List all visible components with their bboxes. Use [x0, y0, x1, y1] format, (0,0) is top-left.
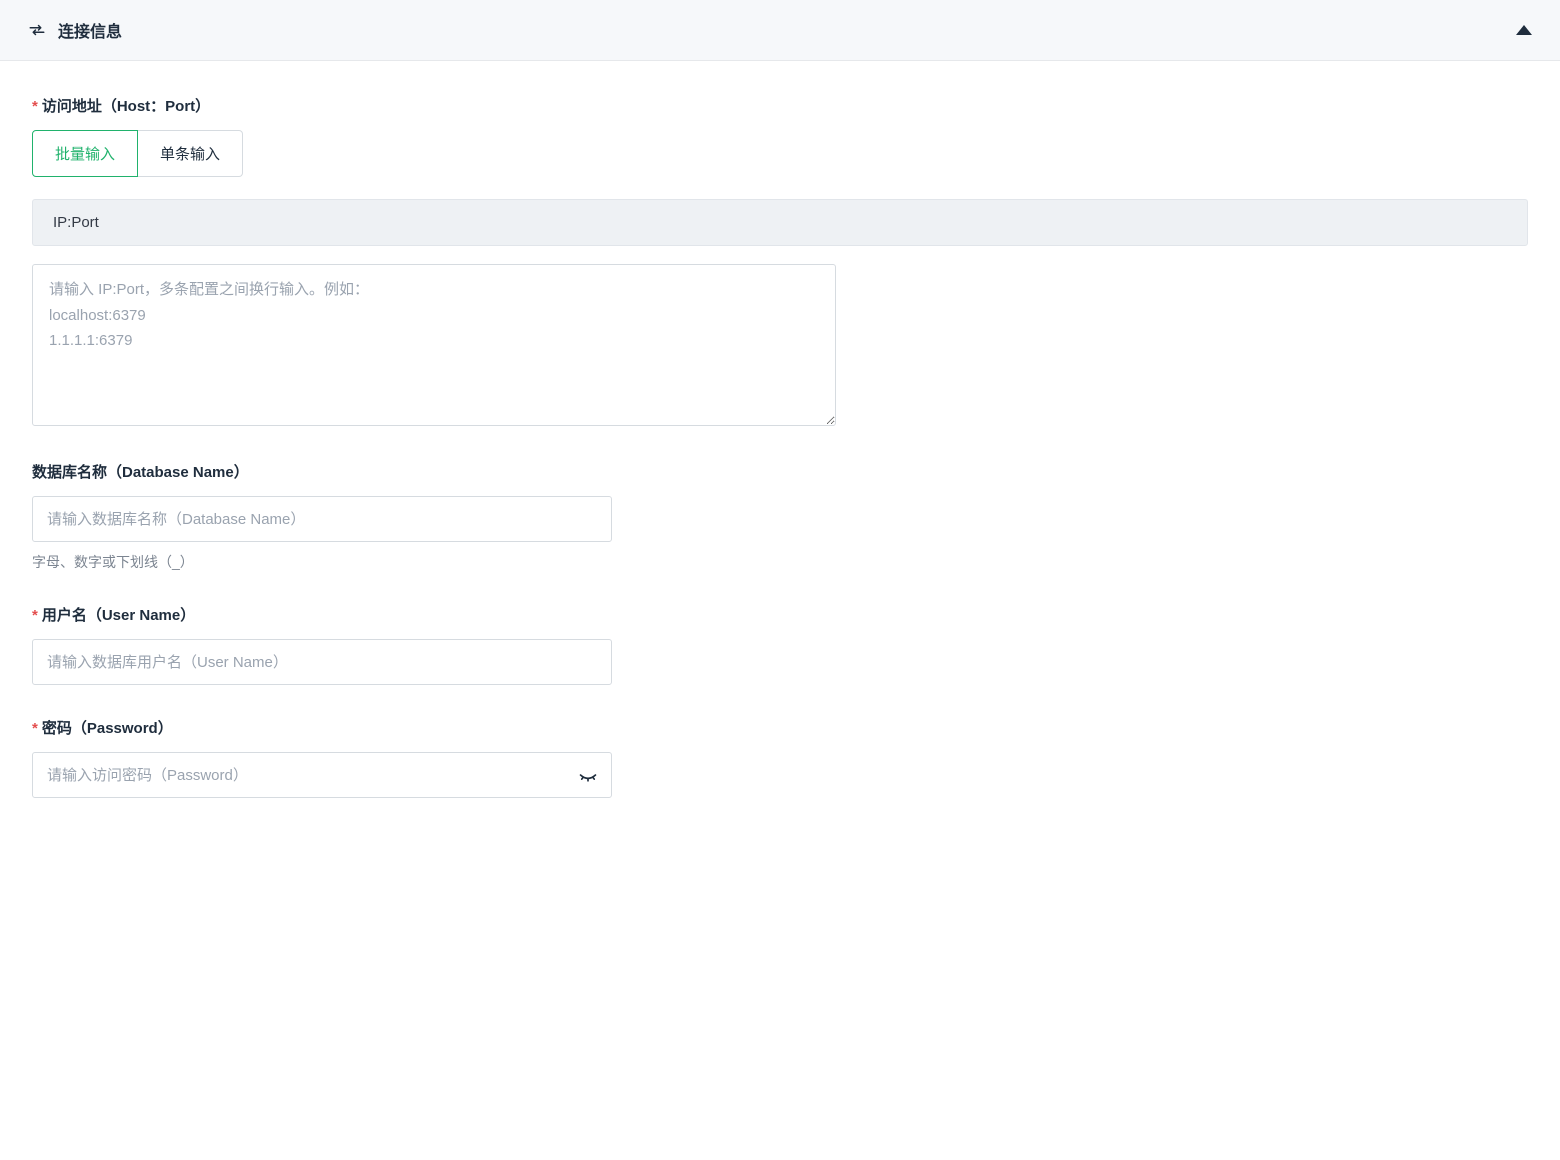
- required-star: *: [32, 607, 38, 624]
- username-row: *用户名（User Name）: [32, 604, 1528, 685]
- password-input-wrap: [32, 752, 612, 798]
- host-port-textarea[interactable]: [32, 264, 836, 426]
- username-label: *用户名（User Name）: [32, 604, 1528, 625]
- password-row: *密码（Password）: [32, 717, 1528, 798]
- tab-single-input[interactable]: 单条输入: [138, 130, 243, 177]
- panel-title: 连接信息: [58, 18, 122, 42]
- tab-batch-input[interactable]: 批量输入: [32, 130, 138, 177]
- swap-icon: [28, 21, 46, 39]
- password-label: *密码（Password）: [32, 717, 1528, 738]
- collapse-caret-icon[interactable]: [1516, 25, 1532, 35]
- input-mode-tabs: 批量输入 单条输入: [32, 130, 243, 177]
- ipport-column-header: IP:Port: [32, 199, 1528, 246]
- host-label: *访问地址（Host：Port）: [32, 95, 1528, 116]
- username-label-text: 用户名（User Name）: [42, 607, 195, 624]
- password-input[interactable]: [32, 752, 612, 798]
- host-label-text: 访问地址（Host：Port）: [42, 98, 210, 115]
- dbname-help-text: 字母、数字或下划线（_）: [32, 552, 1528, 572]
- password-label-text: 密码（Password）: [42, 720, 173, 737]
- host-row: *访问地址（Host：Port） 批量输入 单条输入 IP:Port: [32, 95, 1528, 429]
- required-star: *: [32, 98, 38, 115]
- dbname-input[interactable]: [32, 496, 612, 542]
- dbname-label: 数据库名称（Database Name）: [32, 461, 1528, 482]
- panel-header: 连接信息: [0, 0, 1560, 61]
- panel-body: *访问地址（Host：Port） 批量输入 单条输入 IP:Port 数据库名称…: [0, 61, 1560, 850]
- username-input[interactable]: [32, 639, 612, 685]
- eye-closed-icon[interactable]: [578, 765, 598, 785]
- dbname-row: 数据库名称（Database Name） 字母、数字或下划线（_）: [32, 461, 1528, 572]
- panel-header-left: 连接信息: [28, 18, 122, 42]
- required-star: *: [32, 720, 38, 737]
